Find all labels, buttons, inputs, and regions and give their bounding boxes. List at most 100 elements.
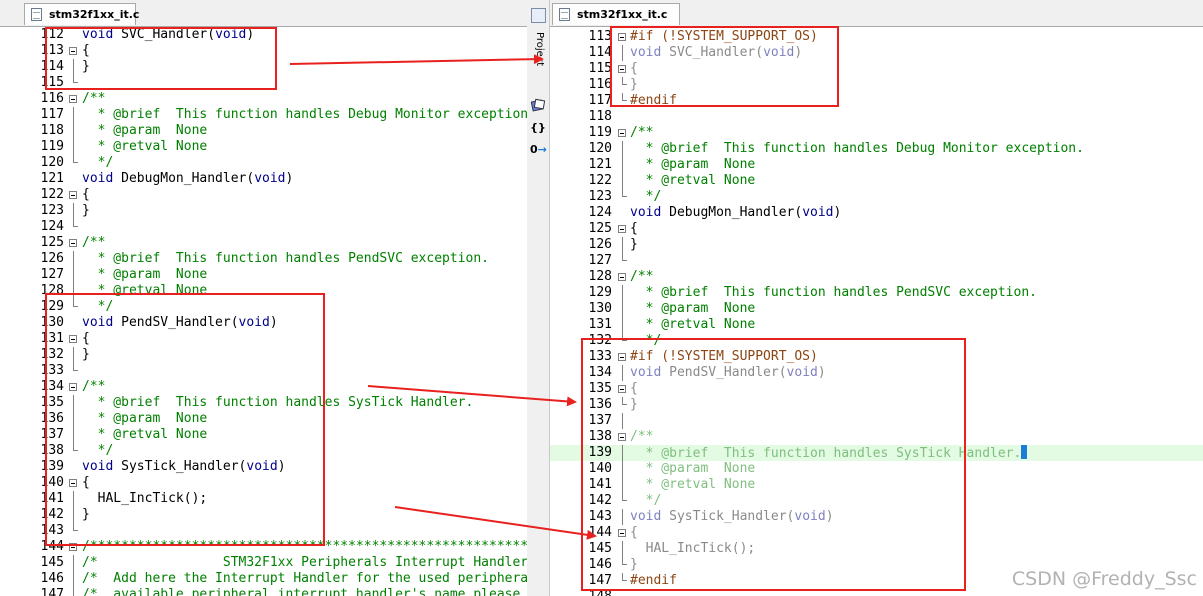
right-file-tab[interactable]: stm32f1xx_it.c bbox=[552, 3, 680, 25]
code-line[interactable]: 130 * @param None bbox=[550, 301, 1203, 317]
line-number: 125 bbox=[588, 221, 612, 236]
line-number: 129 bbox=[588, 285, 612, 300]
line-number: 131 bbox=[588, 317, 612, 332]
code-line[interactable]: 121 void DebugMon_Handler(void) bbox=[0, 171, 527, 187]
fold-guide bbox=[73, 571, 74, 587]
code-line[interactable]: 123 */ bbox=[550, 189, 1203, 205]
line-number: 127 bbox=[588, 253, 612, 268]
left-tab-bar: stm32f1xx_it.c bbox=[0, 0, 527, 27]
code-text: } bbox=[82, 203, 90, 218]
right-file-tab-label: stm32f1xx_it.c bbox=[577, 8, 668, 21]
code-line[interactable]: 119 * @retval None bbox=[0, 139, 527, 155]
fold-guide bbox=[73, 123, 74, 139]
fold-toggle-icon[interactable] bbox=[69, 95, 77, 103]
code-line[interactable]: 128 /** bbox=[550, 269, 1203, 285]
fold-toggle-icon[interactable] bbox=[618, 273, 626, 281]
line-number: 119 bbox=[40, 139, 64, 154]
code-text: */ bbox=[82, 155, 114, 170]
annotation-box-pendsv-systick-left bbox=[45, 293, 325, 546]
line-number: 126 bbox=[40, 251, 64, 266]
code-line[interactable]: 145 /* STM32F1xx Peripherals Interrupt Ha… bbox=[0, 555, 527, 571]
code-line[interactable]: 126 * @brief This function handles PendS… bbox=[0, 251, 527, 267]
fold-guide bbox=[622, 157, 623, 173]
code-text: /* available peripheral interrupt handle… bbox=[82, 587, 521, 596]
code-text: /** bbox=[82, 235, 106, 250]
code-line[interactable]: 126} bbox=[550, 237, 1203, 253]
line-number: 127 bbox=[40, 267, 64, 282]
fold-toggle-icon[interactable] bbox=[69, 239, 77, 247]
code-line[interactable]: 124 bbox=[0, 219, 527, 235]
code-line[interactable]: 129 * @brief This function handles PendS… bbox=[550, 285, 1203, 301]
functions-icon[interactable]: {} bbox=[530, 120, 546, 136]
code-text: /** bbox=[630, 269, 654, 284]
code-line[interactable]: 125 { bbox=[550, 221, 1203, 237]
line-number: 123 bbox=[40, 203, 64, 218]
annotation-box-pendsv-systick-right bbox=[581, 338, 966, 591]
code-line[interactable]: 123} bbox=[0, 203, 527, 219]
line-number: 113 bbox=[588, 29, 612, 44]
code-line[interactable]: 118 * @param None bbox=[0, 123, 527, 139]
code-line[interactable]: 118 bbox=[550, 109, 1203, 125]
line-number: 118 bbox=[40, 123, 64, 138]
fold-guide bbox=[622, 317, 623, 333]
line-number: 122 bbox=[40, 187, 64, 202]
line-number: 145 bbox=[40, 555, 64, 570]
code-text: */ bbox=[630, 189, 662, 204]
code-line[interactable]: 117 * @brief This function handles Debug… bbox=[0, 107, 527, 123]
fold-guide bbox=[73, 251, 74, 267]
line-number: 128 bbox=[588, 269, 612, 284]
watermark: CSDN @Freddy_Ssc bbox=[1011, 568, 1197, 590]
code-line[interactable]: 122 { bbox=[0, 187, 527, 203]
code-line[interactable]: 116 /** bbox=[0, 91, 527, 107]
project-panel-label[interactable]: Project bbox=[531, 32, 545, 80]
fold-toggle-icon[interactable] bbox=[618, 129, 626, 137]
left-file-tab[interactable]: stm32f1xx_it.c bbox=[24, 3, 140, 25]
line-number: 124 bbox=[588, 205, 612, 220]
line-number: 116 bbox=[40, 91, 64, 106]
line-number: 147 bbox=[40, 587, 64, 596]
code-line[interactable]: 127 * @param None bbox=[0, 267, 527, 283]
templates-insert-icon[interactable]: 0→ bbox=[530, 142, 547, 158]
line-number: 121 bbox=[588, 157, 612, 172]
fold-guide bbox=[622, 173, 623, 189]
fold-toggle-icon[interactable] bbox=[69, 191, 77, 199]
line-number: 120 bbox=[40, 155, 64, 170]
line-number: 123 bbox=[588, 189, 612, 204]
code-text: * @param None bbox=[630, 157, 756, 172]
fold-end-marker bbox=[622, 189, 627, 197]
books-icon[interactable] bbox=[531, 8, 546, 23]
code-line[interactable]: 119 /** bbox=[550, 125, 1203, 141]
line-number: 117 bbox=[40, 107, 64, 122]
annotation-box-svc-right bbox=[610, 26, 839, 107]
code-line[interactable]: 120 */ bbox=[0, 155, 527, 171]
line-number: 120 bbox=[588, 141, 612, 156]
code-line[interactable]: 122 * @retval None bbox=[550, 173, 1203, 189]
line-number: 122 bbox=[588, 173, 612, 188]
code-line[interactable]: 127 bbox=[550, 253, 1203, 269]
code-text: * @param None bbox=[82, 123, 208, 138]
code-text: /** bbox=[82, 91, 106, 106]
c-file-icon bbox=[559, 8, 570, 21]
code-line[interactable]: 146 /* Add here the Interrupt Handler for… bbox=[0, 571, 527, 587]
code-text: * @param None bbox=[630, 301, 756, 316]
text-cursor bbox=[1021, 445, 1028, 459]
line-number: 146 bbox=[40, 571, 64, 586]
code-line[interactable]: 121 * @param None bbox=[550, 157, 1203, 173]
code-line[interactable]: 125 /** bbox=[0, 235, 527, 251]
code-line[interactable]: 147 /* available peripheral interrupt han… bbox=[0, 587, 527, 596]
left-file-tab-label: stm32f1xx_it.c bbox=[49, 8, 140, 21]
code-line[interactable]: 124 void DebugMon_Handler(void) bbox=[550, 205, 1203, 221]
code-text: * @retval None bbox=[630, 173, 756, 188]
code-text: void DebugMon_Handler(void) bbox=[82, 171, 294, 186]
right-tab-bar: stm32f1xx_it.c bbox=[550, 0, 1203, 27]
annotation-box-svc-left bbox=[45, 27, 277, 90]
fold-guide bbox=[73, 267, 74, 283]
code-text: * @brief This function handles Debug Mon… bbox=[630, 141, 1084, 156]
code-text: { bbox=[630, 221, 638, 236]
fold-toggle-icon[interactable] bbox=[618, 225, 626, 233]
code-line[interactable]: 131 * @retval None bbox=[550, 317, 1203, 333]
code-line[interactable]: 120 * @brief This function handles Debug… bbox=[550, 141, 1203, 157]
code-text: * @brief This function handles PendSVC e… bbox=[82, 251, 489, 266]
code-text: { bbox=[82, 187, 90, 202]
templates-icon[interactable] bbox=[530, 98, 546, 114]
